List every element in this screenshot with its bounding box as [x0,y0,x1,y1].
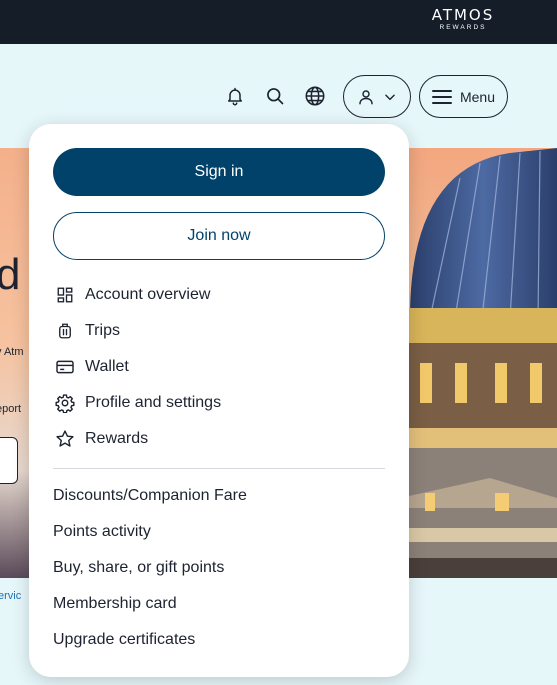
link-membership-card[interactable]: Membership card [53,592,385,616]
nav-item-label: Wallet [85,358,129,375]
account-menu-button[interactable] [343,75,411,118]
nav-item-label: Rewards [85,430,149,447]
hamburger-icon [431,89,452,105]
nav-item-rewards[interactable]: Rewards [53,425,385,453]
link-discounts-companion-fare[interactable]: Discounts/Companion Fare [53,484,385,508]
hero-input-fragment[interactable] [0,437,18,484]
main-menu-button[interactable]: Menu [419,75,508,118]
top-brand-bar: ATMOS REWARDS [0,0,557,44]
gear-icon [53,391,77,415]
star-icon [53,427,77,451]
nav-item-profile-settings[interactable]: Profile and settings [53,389,385,417]
search-icon[interactable] [263,84,287,108]
nav-item-label: Trips [85,322,120,339]
account-dropdown-panel: Sign in Join now Account overview Trips [29,124,409,677]
join-now-button[interactable]: Join now [53,212,385,260]
link-upgrade-certificates[interactable]: Upgrade certificates [53,628,385,652]
globe-icon[interactable] [303,84,327,108]
bell-icon[interactable] [223,84,247,108]
menu-label: Menu [459,88,496,105]
hero-text-fragment-2: eport [0,403,22,415]
wallet-icon [53,355,77,379]
sign-in-button[interactable]: Sign in [53,148,385,196]
luggage-icon [53,319,77,343]
chevron-down-icon [383,90,397,104]
user-icon [357,88,375,106]
hero-link-fragment[interactable]: ervic [0,590,21,602]
brand-name: ATMOS [431,6,495,24]
dashboard-icon [53,283,77,307]
brand-subtitle: REWARDS [439,24,487,31]
nav-item-trips[interactable]: Trips [53,317,385,345]
atmos-rewards-logo[interactable]: ATMOS REWARDS [427,7,499,32]
nav-item-wallet[interactable]: Wallet [53,353,385,381]
hero-image-dome [400,148,557,578]
nav-item-label: Profile and settings [85,394,222,411]
hero-text-fragment: v Atm [0,346,24,358]
panel-divider [53,468,385,469]
nav-item-label: Account overview [85,286,211,303]
link-points-activity[interactable]: Points activity [53,520,385,544]
nav-item-account-overview[interactable]: Account overview [53,281,385,309]
link-buy-share-gift-points[interactable]: Buy, share, or gift points [53,556,385,580]
